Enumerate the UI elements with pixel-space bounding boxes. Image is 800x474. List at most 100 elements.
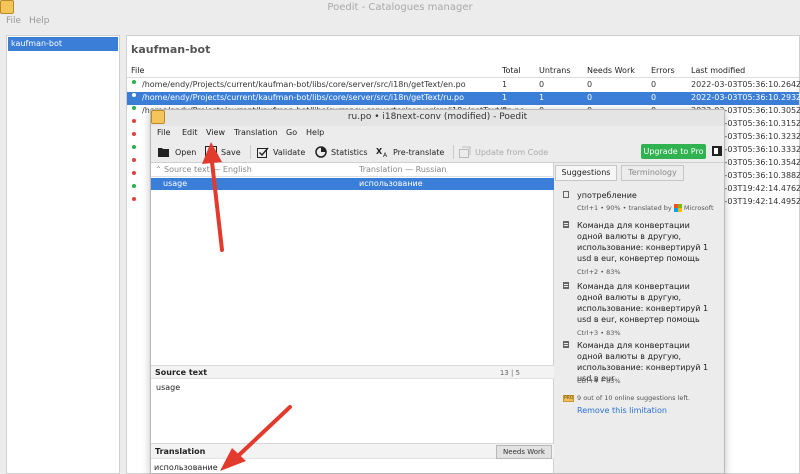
row-source: usage [163,179,188,188]
suggestions-limit-text: 9 out of 10 online suggestions left. [577,394,691,402]
save-download-icon [205,146,217,158]
source-text-content: usage [156,383,181,392]
translation-input[interactable]: использование [154,463,218,472]
menu-edit[interactable]: Edit [182,128,198,137]
status-dot-icon [132,106,136,110]
microsoft-icon [673,204,682,212]
col-source-text[interactable]: Source text — English [164,165,252,174]
suggestion-meta: Ctrl+2 • 83% [577,268,621,276]
toolbar-separator [453,145,454,159]
update-from-code-button[interactable]: Update from Code [459,144,548,160]
statistics-button[interactable]: Statistics [315,144,368,160]
suggestion-item[interactable]: Команда для конвертации одной валюты в д… [563,340,718,390]
translate-icon: XA [376,147,388,158]
source-text-header: Source text 13 | 5 [151,365,554,379]
upgrade-to-pro-button[interactable]: Upgrade to Pro [641,144,706,159]
col-translation[interactable]: Translation — Russian [359,165,446,174]
translation-header: Translation Needs Work [151,443,554,459]
cell-total: 1 [502,80,508,89]
tab-suggestions[interactable]: Suggestions [555,165,617,181]
catalogue-row[interactable]: /home/endy/Projects/current/kaufman-bot/… [127,92,800,105]
cell-untrans: 0 [539,80,545,89]
suggestion-meta: Ctrl+1 • 90% • translated by Microsoft [577,204,714,212]
col-errors[interactable]: Errors [651,66,675,75]
menu-file[interactable]: File [157,128,170,137]
sidebar-toggle-icon[interactable] [712,146,722,156]
cell-needs-work: 0 [587,80,593,89]
catalogues-manager-titlebar: Poedit - Catalogues manager [0,0,800,15]
toolbar-separator [250,145,251,159]
cell-modified: 2022-03-03T05:36:10.293Z [691,93,800,102]
menu-file[interactable]: File [6,16,21,26]
pretranslate-button[interactable]: XA Pre-translate [376,144,444,160]
svg-text:X: X [376,147,383,156]
catalogues-table-header: File Total Untrans Needs Work Errors Las… [127,65,799,78]
col-last-modified[interactable]: Last modified [691,66,745,75]
database-icon [563,282,569,289]
editor-toolbar: Open Save Validate Statistics XA Pre-tra… [151,141,724,163]
suggestion-item[interactable]: Команда для конвертации одной валюты в д… [563,220,718,280]
suggestion-meta-text: Ctrl+1 • 90% • translated by [577,204,672,212]
col-file[interactable]: File [131,66,144,75]
update-code-icon [459,146,471,158]
editor-titlebar: ru.po • i18next-conv (modified) - Poedit [151,110,724,126]
sort-indicator-icon: ⌃ [155,165,162,174]
remove-limitation-link[interactable]: Remove this limitation [577,406,667,415]
catalogue-row[interactable]: /home/endy/Projects/current/kaufman-bot/… [127,79,800,92]
machine-translation-icon [563,191,569,198]
editing-area: Source text 13 | 5 usage Translation Nee… [151,365,554,473]
cell-file: /home/endy/Projects/current/kaufman-bot/… [142,93,464,102]
status-dot-icon [132,171,136,175]
suggestions-sidebar: Suggestions Terminology употребление Ctr… [555,163,724,473]
pro-badge: PRO [563,395,574,402]
sidebar-item-kaufman-bot[interactable]: kaufman-bot [8,37,118,51]
status-dot-icon [132,80,136,84]
translation-title: Translation [155,447,206,456]
translation-list-header: ⌃ Source text — English Translation — Ru… [151,163,554,177]
folder-icon [158,148,169,157]
needs-work-button[interactable]: Needs Work [496,445,552,459]
status-dot-icon [132,132,136,136]
suggestion-meta: Ctrl+3 • 83% [577,329,621,337]
menu-translation[interactable]: Translation [234,128,278,137]
char-counter: 13 | 5 [499,369,520,377]
database-icon [563,341,569,348]
save-button[interactable]: Save [205,144,241,160]
cell-errors: 0 [651,93,657,102]
provider-name: Microsoft [683,204,714,212]
editor-menubar: File Edit View Translation Go Help [151,126,724,141]
status-dot-icon [132,158,136,162]
project-heading: kaufman-bot [131,43,211,56]
open-button[interactable]: Open [157,144,196,160]
cell-file: /home/endy/Projects/current/kaufman-bot/… [142,80,466,89]
catalogues-menubar: File Help [0,15,800,30]
col-total[interactable]: Total [502,66,521,75]
translation-list-row[interactable]: usage использование [151,178,554,190]
status-dot-icon [132,119,136,123]
status-dot-icon [132,93,136,97]
translation-list: ⌃ Source text — English Translation — Ru… [151,163,554,365]
menu-help[interactable]: Help [29,16,50,26]
projects-sidebar: kaufman-bot [6,35,120,474]
cell-errors: 0 [651,80,657,89]
validate-button[interactable]: Validate [257,144,305,160]
cell-total: 1 [502,93,508,102]
suggestion-item[interactable]: Команда для конвертации одной валюты в д… [563,281,718,341]
status-dot-icon [132,197,136,201]
menu-help[interactable]: Help [306,128,324,137]
status-dot-icon [132,184,136,188]
source-text-title: Source text [155,368,208,377]
cell-untrans: 1 [539,93,545,102]
col-needs-work[interactable]: Needs Work [587,66,635,75]
suggestion-meta: Ctrl+4 • 83% [577,377,621,385]
suggestion-item[interactable]: употребление Ctrl+1 • 90% • translated b… [563,190,718,218]
tab-terminology[interactable]: Terminology [621,165,684,181]
editor-title: ru.po • i18next-conv (modified) - Poedit [347,112,528,122]
poedit-editor-window: ru.po • i18next-conv (modified) - Poedit… [150,109,725,474]
checkbox-icon [257,147,269,158]
menu-view[interactable]: View [206,128,225,137]
col-untrans[interactable]: Untrans [539,66,571,75]
menu-go[interactable]: Go [286,128,297,137]
cell-needs-work: 0 [587,93,593,102]
window-title: Poedit - Catalogues manager [327,2,473,13]
